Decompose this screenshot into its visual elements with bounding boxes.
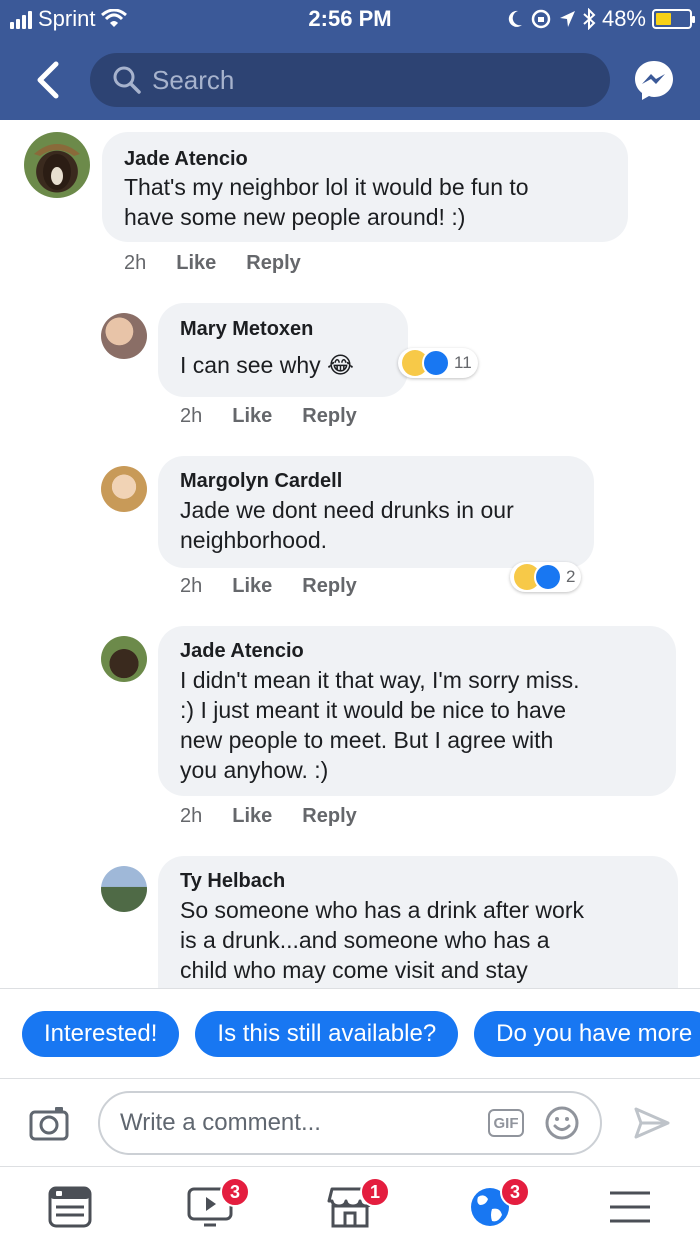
- quick-reply-do-you-have[interactable]: Do you have more: [474, 1010, 700, 1057]
- reply-button[interactable]: Reply: [302, 575, 356, 598]
- comment-time: 2h: [180, 575, 203, 597]
- reply-button[interactable]: Reply: [246, 252, 300, 275]
- comment-author[interactable]: Margolyn Cardell: [180, 470, 342, 493]
- reply-button[interactable]: Reply: [302, 405, 356, 428]
- status-right: 48%: [506, 6, 695, 32]
- comment-text: Jade we dont need drunks in our neighbor…: [180, 497, 514, 553]
- tab-menu[interactable]: [606, 1185, 654, 1229]
- comment-time: 2h: [180, 805, 203, 827]
- comment-input[interactable]: Write a comment... GIF: [98, 1091, 602, 1155]
- camera-button[interactable]: [28, 1103, 70, 1143]
- back-button[interactable]: [30, 60, 70, 100]
- chevron-left-icon: [37, 61, 59, 99]
- quick-reply-available[interactable]: Is this still available?: [195, 1010, 459, 1057]
- send-icon: [634, 1107, 670, 1139]
- comment-composer: Write a comment... GIF: [0, 1078, 700, 1166]
- avatar[interactable]: [101, 313, 147, 359]
- location-icon: [559, 11, 575, 27]
- orientation-lock-icon: [531, 9, 551, 29]
- comments-thread: Jade Atencio That's my neighbor lol it w…: [0, 120, 700, 988]
- search-icon: [113, 66, 141, 94]
- send-button[interactable]: [632, 1103, 672, 1143]
- messenger-button[interactable]: [632, 58, 676, 102]
- comment-actions: 2h Like Reply: [180, 405, 357, 428]
- reaction-summary[interactable]: 11: [398, 348, 478, 378]
- bottom-tab-bar: 3 1 3: [0, 1166, 700, 1247]
- menu-icon: [610, 1191, 650, 1223]
- notifications-badge: 3: [500, 1177, 530, 1207]
- news-feed-icon: [48, 1186, 92, 1228]
- status-bar: Sprint 2:56 PM 48%: [0, 0, 700, 40]
- video-badge: 3: [220, 1177, 250, 1207]
- reaction-count: 11: [454, 353, 472, 372]
- like-button[interactable]: Like: [232, 405, 272, 428]
- gif-button[interactable]: GIF: [488, 1109, 524, 1137]
- tab-marketplace[interactable]: 1: [326, 1177, 390, 1229]
- camera-icon: [29, 1107, 69, 1141]
- comment-time: 2h: [180, 405, 203, 427]
- sticker-button[interactable]: [544, 1105, 580, 1141]
- comment-author[interactable]: Jade Atencio: [124, 148, 248, 171]
- comment-actions: 2h Like Reply: [124, 252, 301, 275]
- comment-text: I can see why 😂: [180, 352, 354, 378]
- reaction-summary[interactable]: 2: [510, 562, 582, 592]
- battery-percent: 48%: [601, 6, 646, 31]
- moon-icon: [508, 10, 522, 27]
- bluetooth-icon: [583, 8, 596, 30]
- like-button[interactable]: Like: [232, 575, 272, 598]
- like-button[interactable]: Like: [176, 252, 216, 275]
- avatar[interactable]: [101, 636, 147, 682]
- like-reaction-icon: [422, 349, 450, 377]
- comment-text: I didn't mean it that way, I'm sorry mis…: [180, 667, 580, 783]
- top-nav-bar: Search: [0, 40, 700, 120]
- tab-news-feed[interactable]: [46, 1185, 94, 1229]
- search-input[interactable]: Search: [90, 53, 610, 107]
- comment-actions: 2h Like Reply: [180, 575, 357, 598]
- avatar[interactable]: [101, 866, 147, 912]
- comment-text: That's my neighbor lol it would be fun t…: [124, 174, 529, 230]
- comment-author[interactable]: Ty Helbach: [180, 870, 285, 893]
- messenger-icon: [635, 61, 673, 100]
- comment-placeholder: Write a comment...: [120, 1109, 321, 1136]
- comment-author[interactable]: Mary Metoxen: [180, 318, 313, 341]
- quick-reply-interested[interactable]: Interested!: [22, 1010, 180, 1057]
- search-placeholder: Search: [152, 64, 235, 95]
- tab-video[interactable]: 3: [186, 1177, 250, 1229]
- battery-icon: [652, 9, 695, 29]
- comment-author[interactable]: Jade Atencio: [180, 640, 304, 663]
- smiley-icon: [545, 1106, 579, 1140]
- comment-text: So someone who has a drink after work is…: [180, 897, 584, 983]
- comment-time: 2h: [124, 252, 147, 274]
- like-reaction-icon: [534, 563, 562, 591]
- like-button[interactable]: Like: [232, 805, 272, 828]
- reaction-count: 2: [566, 567, 576, 586]
- comment-actions: 2h Like Reply: [180, 805, 357, 828]
- avatar[interactable]: [24, 132, 90, 198]
- marketplace-badge: 1: [360, 1177, 390, 1207]
- reply-button[interactable]: Reply: [302, 805, 356, 828]
- avatar[interactable]: [101, 466, 147, 512]
- quick-reply-bar: Interested! Is this still available? Do …: [0, 988, 700, 1078]
- tab-notifications[interactable]: 3: [466, 1177, 530, 1229]
